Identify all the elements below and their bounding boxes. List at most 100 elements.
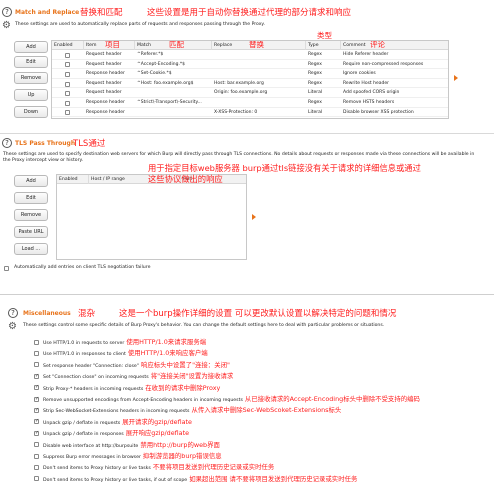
cell-comment: Rewrite Host header — [343, 80, 389, 86]
edit-button[interactable]: Edit — [14, 56, 48, 68]
paste-url-button[interactable]: Paste URL — [14, 226, 48, 238]
option-checkbox[interactable] — [34, 476, 39, 482]
option-note: 从传入请求中删除Sec-WebScoket-Extensions标头 — [191, 406, 342, 415]
help-icon[interactable]: ? — [2, 7, 12, 17]
cell-comment: Remove HSTS headers — [343, 100, 395, 105]
help-icon[interactable]: ? — [8, 308, 18, 318]
option-text: Remove unsupported encodings from Accept… — [43, 398, 243, 403]
option-label: Unpack gzip / deflate in responses 展开响应gz… — [43, 429, 189, 439]
option-text: Set "Connection close" on incoming reque… — [43, 375, 149, 381]
option-text: Unpack gzip / deflate in responses — [43, 432, 124, 438]
enabled-checkbox[interactable] — [65, 52, 70, 58]
cell-type: Regex — [308, 71, 322, 77]
remove-button[interactable]: Remove — [14, 209, 48, 221]
column-type[interactable]: Type — [306, 41, 341, 50]
add-button[interactable]: Add — [14, 41, 48, 53]
cell-type: Literal — [308, 90, 323, 96]
option-label: Use HTTP/1.0 in responses to client 使用HTT… — [43, 349, 208, 359]
option-label: Suppress Burp error messages in browser 抑… — [43, 452, 222, 462]
column-enabled[interactable]: Enabled — [52, 41, 84, 50]
enabled-checkbox[interactable] — [65, 71, 70, 77]
auto-add-label: Automatically add entries on client TLS … — [14, 265, 151, 270]
option-checkbox[interactable] — [34, 362, 39, 368]
match-replace-header-note: 这些设置是用于自动你替换通过代理的部分请求和响应 — [147, 8, 352, 18]
enabled-checkbox[interactable] — [65, 81, 70, 87]
cell-match: ^Strict\-Transport\-Security... — [137, 100, 202, 105]
tls-note-line2: 这些协议做出的响应 — [148, 174, 223, 184]
column-note-comment: 评论 — [370, 40, 385, 49]
option-text: Don't send items to Proxy history or liv… — [43, 466, 151, 472]
enabled-checkbox[interactable] — [65, 100, 70, 106]
add-button[interactable]: Add — [14, 175, 48, 187]
match-replace-section: ? Match and Replace 替换和匹配 这些设置是用于自动你替换通过… — [0, 0, 494, 132]
table-row[interactable]: Request header ^Host: foo.example.org$ Hos… — [52, 80, 448, 89]
up-button[interactable]: Up — [14, 89, 48, 101]
option-text: Disable web interface at http://burpsuit… — [43, 443, 139, 449]
edit-button[interactable]: Edit — [14, 192, 48, 204]
cell-type: Regex — [308, 52, 322, 57]
cell-replace: X-XSS-Protection: 0 — [214, 109, 258, 115]
misc-description: These settings control some specific det… — [23, 323, 385, 328]
option-label: Unpack gzip / deflate in requests 展开请求的gz… — [43, 418, 192, 428]
enabled-checkbox[interactable] — [65, 62, 70, 68]
cell-comment: Hide Referer header — [343, 52, 389, 57]
option-checkbox[interactable] — [34, 373, 39, 379]
cell-replace: Origin: foo.example.org — [214, 90, 268, 96]
cell-match — [135, 109, 212, 118]
option-label: Use HTTP/1.0 in requests to server 使用HTTP… — [43, 338, 206, 348]
cell-match: ^Accept-Encoding.*$ — [137, 61, 186, 67]
option-checkbox[interactable] — [34, 350, 39, 356]
cell-item: Request header — [86, 52, 122, 57]
cell-item: Response header — [86, 71, 125, 77]
option-checkbox[interactable] — [34, 430, 39, 436]
gear-icon[interactable]: ⚙ — [2, 21, 12, 31]
option-label: Set "Connection close" on incoming reque… — [43, 372, 233, 382]
expand-arrow-icon[interactable] — [252, 214, 256, 220]
option-text: Suppress Burp error messages in browser — [43, 455, 141, 460]
option-label: Disable web interface at http://burpsuit… — [43, 441, 220, 451]
column-note-replace: 替换 — [249, 40, 264, 49]
table-row[interactable]: Request header Origin: foo.example.org Lit… — [52, 89, 448, 98]
cell-replace — [212, 51, 306, 60]
column-comment[interactable]: Comment — [341, 41, 448, 50]
auto-add-checkbox[interactable] — [4, 266, 9, 271]
cell-comment: Require non-compressed responses — [343, 61, 424, 67]
option-note: 使用HTTP/1.0来请求服务端 — [126, 338, 207, 346]
cell-item: Response header — [86, 100, 125, 105]
option-checkbox[interactable] — [34, 442, 39, 448]
option-checkbox[interactable] — [34, 418, 39, 425]
column-note-match: 匹配 — [169, 40, 184, 49]
miscellaneous-section: ? Miscellaneous 混杂 这是一个burp操作详细的设置 可以更改默… — [0, 296, 494, 494]
gear-icon[interactable]: ⚙ — [8, 322, 18, 332]
table-row[interactable]: Request header ^Referer.*$ Regex Hide Refer… — [52, 51, 448, 60]
cell-type: Regex — [308, 61, 322, 67]
load-button[interactable]: Load ... — [14, 243, 48, 255]
option-checkbox[interactable] — [34, 384, 39, 391]
cell-replace — [212, 99, 306, 108]
option-checkbox[interactable] — [34, 396, 39, 402]
option-text: Unpack gzip / deflate in requests — [43, 420, 121, 426]
remove-button[interactable]: Remove — [14, 72, 48, 84]
option-checkbox[interactable] — [34, 339, 39, 345]
enabled-checkbox[interactable] — [65, 110, 70, 116]
column-note-item: 项目 — [105, 40, 120, 49]
option-note: 如果超出范围 请不要将项目发送到代理历史记录或实时任务 — [189, 474, 358, 483]
match-replace-table: Enabled Item Match Replace Type Comment … — [51, 40, 449, 119]
expand-arrow-icon[interactable] — [454, 75, 458, 81]
cell-match: ^Host: foo.example.org$ — [137, 80, 194, 86]
option-note: 禁用http://burp的web界面 — [140, 440, 220, 449]
table-row[interactable]: Response header ^Strict\-Transport\-Secur… — [52, 99, 448, 108]
option-text: Use HTTP/1.0 in responses to client — [43, 352, 126, 358]
column-enabled[interactable]: Enabled — [57, 175, 89, 184]
table-row[interactable]: Request header ^Accept-Encoding.*$ Regex Re… — [52, 61, 448, 70]
option-checkbox[interactable] — [34, 407, 39, 413]
option-checkbox[interactable] — [34, 464, 39, 470]
enabled-checkbox[interactable] — [65, 91, 70, 97]
table-row[interactable]: Response header X-XSS-Protection: 0 Litera… — [52, 109, 448, 118]
option-checkbox[interactable] — [34, 453, 39, 459]
down-button[interactable]: Down — [14, 106, 48, 118]
cell-comment: Add spoofed CORS origin — [343, 90, 400, 96]
option-text: Strip Sec-WebSocket-Extensions headers i… — [43, 409, 190, 415]
help-icon[interactable]: ? — [2, 138, 12, 148]
table-row[interactable]: Response header ^Set-Cookie.*$ Regex Ignore… — [52, 70, 448, 79]
